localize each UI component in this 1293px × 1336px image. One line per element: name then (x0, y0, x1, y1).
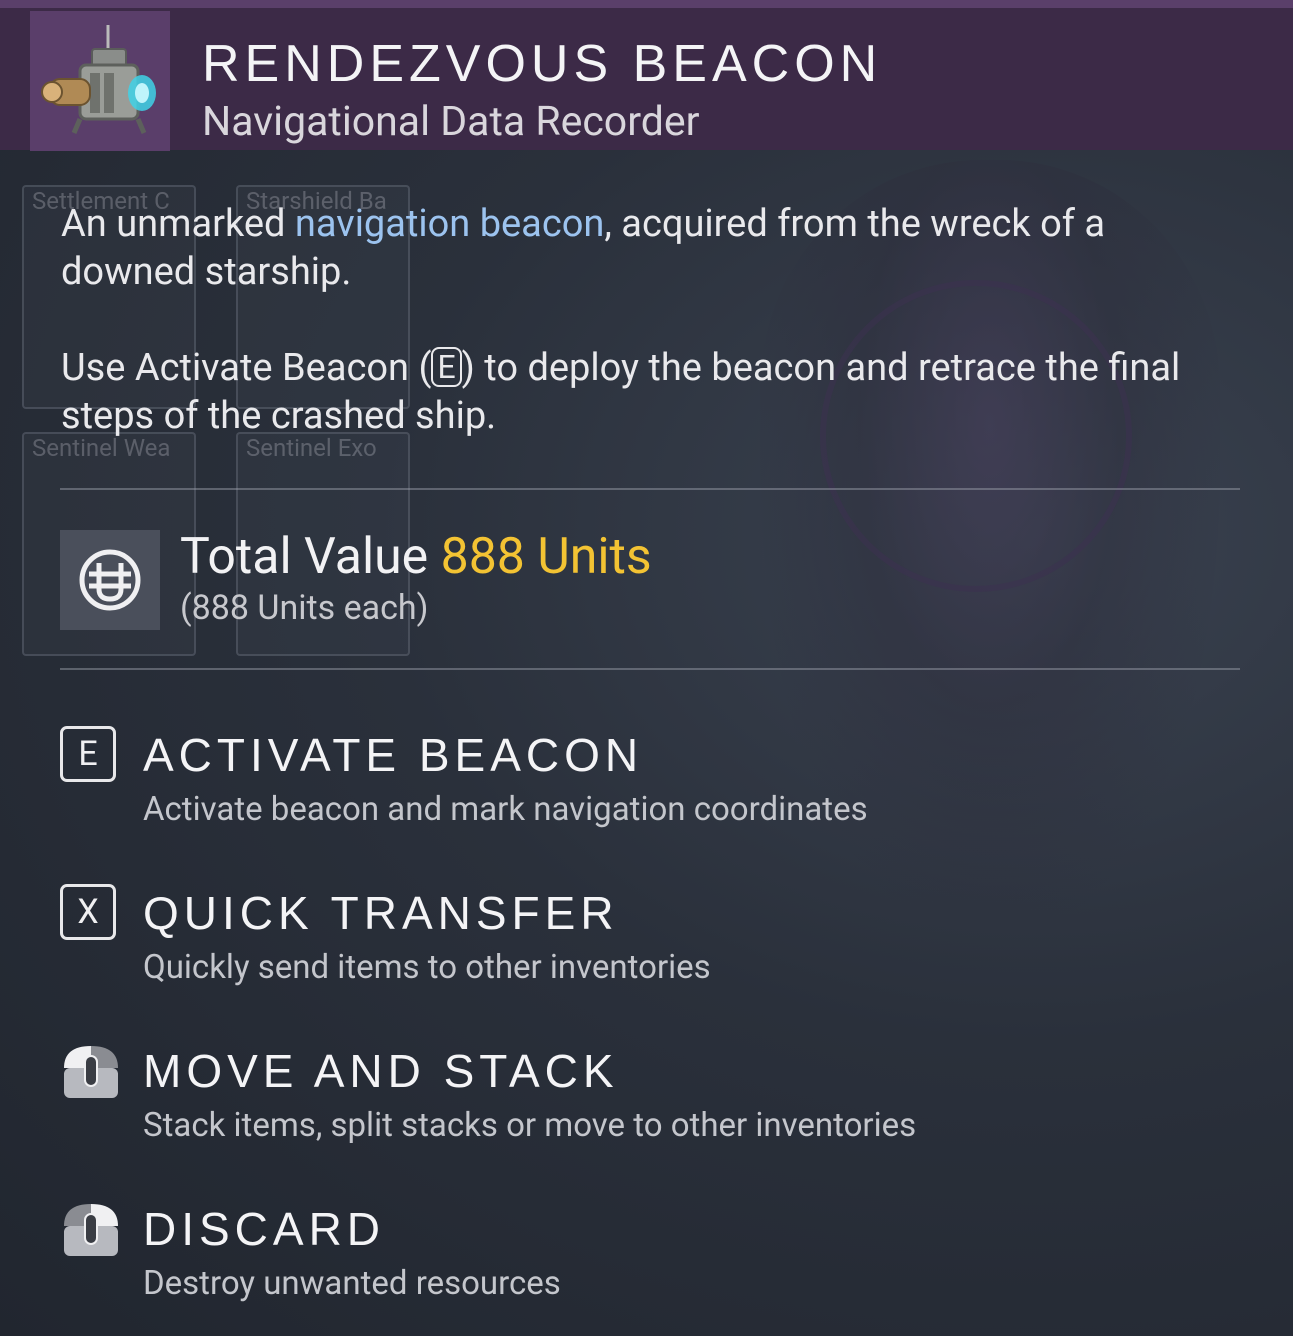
e-key-icon: E (431, 347, 462, 387)
action-description: Destroy unwanted resources (143, 1264, 561, 1303)
action-title: DISCARD (143, 1203, 386, 1255)
total-value-amount: 888 Units (440, 528, 652, 586)
action-description: Activate beacon and mark navigation coor… (143, 790, 868, 829)
navigation-beacon-link[interactable]: navigation beacon (295, 202, 605, 246)
action-title: MOVE AND STACK (143, 1045, 619, 1097)
beacon-device-icon (30, 11, 170, 151)
usage-text: Use Activate Beacon ( (61, 346, 432, 390)
right-mouse-icon (64, 1204, 118, 1256)
action-description: Quickly send items to other inventories (143, 948, 711, 987)
item-title: RENDEZVOUS BEACON (202, 35, 883, 93)
left-mouse-icon (64, 1046, 118, 1098)
e-key-icon: E (60, 726, 116, 782)
x-key-icon: X (60, 884, 116, 940)
action-title: ACTIVATE BEACON (143, 729, 644, 781)
divider (60, 488, 1240, 490)
unit-value: (888 Units each) (180, 588, 429, 628)
action-title: QUICK TRANSFER (143, 887, 619, 939)
description-text: An unmarked (61, 202, 295, 246)
units-currency-icon (60, 530, 160, 630)
total-value: Total Value 888 Units (180, 528, 652, 586)
item-usage-hint: Use Activate Beacon (E) to deploy the be… (61, 344, 1241, 440)
action-description: Stack items, split stacks or move to oth… (143, 1106, 917, 1145)
total-value-label: Total Value (180, 528, 429, 586)
item-description: An unmarked navigation beacon, acquired … (61, 200, 1241, 296)
item-header: RENDEZVOUS BEACON Navigational Data Reco… (0, 0, 1293, 151)
divider (60, 668, 1240, 670)
item-subtitle: Navigational Data Recorder (202, 98, 700, 146)
